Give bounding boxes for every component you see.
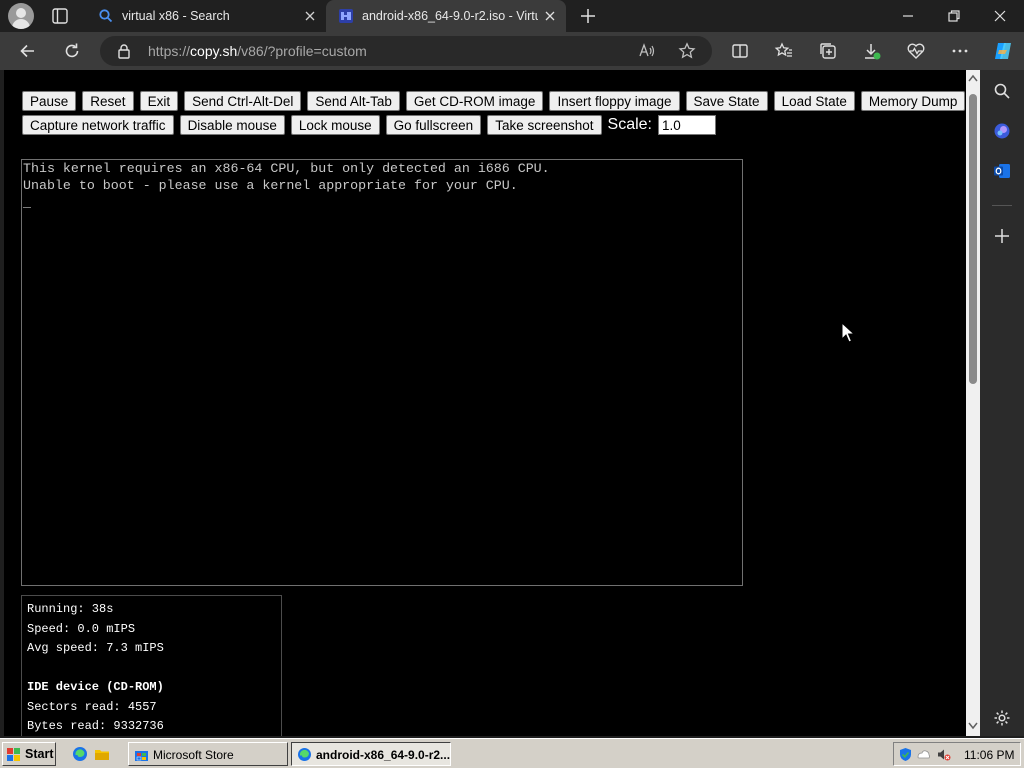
network-icon[interactable]	[916, 747, 931, 762]
browser-essentials-icon[interactable]	[906, 41, 926, 61]
emulator-controls: Pause Reset Exit Send Ctrl-Alt-Del Send …	[22, 90, 966, 138]
collections-icon[interactable]	[818, 41, 838, 61]
minimize-icon[interactable]	[898, 6, 918, 26]
lock-icon[interactable]	[116, 43, 132, 59]
exit-button[interactable]: Exit	[139, 91, 179, 111]
more-options-icon[interactable]	[950, 41, 970, 61]
mouse-cursor-icon	[841, 322, 855, 343]
browser-toolbar: https://copy.sh/v86/?profile=custom	[0, 32, 1024, 70]
profile-avatar-icon[interactable]	[8, 3, 34, 29]
scrollbar-thumb[interactable]	[969, 94, 977, 384]
stat-spacer	[27, 659, 281, 679]
system-tray: 11:06 PM	[893, 742, 1021, 766]
add-icon[interactable]	[992, 226, 1012, 246]
send-alt-tab-button[interactable]: Send Alt-Tab	[307, 91, 400, 111]
screen-line: This kernel requires an x86-64 CPU, but …	[23, 161, 550, 176]
sidebar-divider	[992, 205, 1012, 206]
capture-network-traffic-button[interactable]: Capture network traffic	[22, 115, 174, 135]
close-tab-icon[interactable]	[542, 8, 558, 24]
tab-title: virtual x86 - Search	[122, 9, 230, 23]
start-label: Start	[25, 747, 54, 761]
read-aloud-icon[interactable]	[638, 42, 656, 60]
go-fullscreen-button[interactable]: Go fullscreen	[385, 115, 482, 135]
save-state-button[interactable]: Save State	[685, 91, 768, 111]
address-bar[interactable]: https://copy.sh/v86/?profile=custom	[100, 36, 712, 66]
taskbar: Start Microsoft Store android-x86_64-9.0…	[0, 738, 1024, 768]
screen-line: Unable to boot - please use a kernel app…	[23, 178, 518, 193]
windows-flag-icon	[7, 748, 20, 761]
lock-mouse-button[interactable]: Lock mouse	[290, 115, 380, 135]
emulator-stats: Running: 38s Speed: 0.0 mIPS Avg speed: …	[21, 595, 282, 736]
browser-tab-bar: virtual x86 - Search android-x86_64-9.0-…	[0, 0, 1024, 32]
favorites-icon[interactable]	[774, 41, 794, 61]
scroll-up-icon[interactable]	[968, 74, 978, 82]
scale-label: Scale:	[607, 116, 652, 133]
taskbar-item-label: Microsoft Store	[153, 748, 234, 762]
tab-actions-icon[interactable]	[50, 6, 70, 26]
scroll-down-icon[interactable]	[968, 722, 978, 730]
stat-speed: Speed: 0.0 mIPS	[27, 621, 136, 636]
controls-row-2: Capture network traffic Disable mouse Lo…	[22, 114, 952, 136]
stat-ide-header: IDE device (CD-ROM)	[27, 680, 164, 694]
v86-favicon-icon	[339, 9, 353, 23]
send-ctrl-alt-del-button[interactable]: Send Ctrl-Alt-Del	[184, 91, 302, 111]
downloads-icon[interactable]	[862, 41, 882, 61]
stat-running: Running: 38s	[27, 602, 114, 616]
v86-page: Pause Reset Exit Send Ctrl-Alt-Del Send …	[4, 70, 966, 736]
new-tab-icon[interactable]	[578, 6, 598, 26]
url-text[interactable]: https://copy.sh/v86/?profile=custom	[148, 43, 367, 59]
tab-v86[interactable]: android-x86_64-9.0-r2.iso - Virtual x86	[326, 0, 566, 32]
page-scrollbar[interactable]	[966, 70, 980, 736]
back-icon[interactable]	[18, 41, 38, 61]
start-button[interactable]: Start	[2, 742, 56, 766]
tab-search[interactable]: virtual x86 - Search	[86, 0, 326, 32]
insert-floppy-image-button[interactable]: Insert floppy image	[549, 91, 680, 111]
restore-icon[interactable]	[944, 6, 964, 26]
refresh-icon[interactable]	[62, 41, 82, 61]
emulator-screen[interactable]: This kernel requires an x86-64 CPU, but …	[21, 159, 743, 586]
controls-row-1: Pause Reset Exit Send Ctrl-Alt-Del Send …	[22, 90, 966, 112]
copilot-icon[interactable]	[992, 40, 1014, 62]
screen-cursor: _	[23, 195, 31, 210]
settings-gear-icon[interactable]	[992, 708, 1012, 728]
stat-bytes-read: Bytes read: 9332736	[27, 719, 164, 733]
edge-sidebar	[980, 70, 1024, 736]
memory-dump-button[interactable]: Memory Dump	[860, 91, 966, 111]
search-icon[interactable]	[992, 81, 1012, 101]
reset-button[interactable]: Reset	[82, 91, 134, 111]
clock[interactable]: 11:06 PM	[964, 748, 1014, 762]
taskbar-item-edge[interactable]: android-x86_64-9.0-r2...	[291, 742, 451, 766]
tab-title: android-x86_64-9.0-r2.iso - Virtual x86	[362, 9, 538, 23]
pause-button[interactable]: Pause	[22, 91, 77, 111]
taskbar-item-label: android-x86_64-9.0-r2...	[316, 748, 451, 762]
close-tab-icon[interactable]	[302, 8, 318, 24]
take-screenshot-button[interactable]: Take screenshot	[487, 115, 602, 135]
outlook-icon[interactable]	[992, 161, 1012, 181]
close-window-icon[interactable]	[990, 6, 1010, 26]
search-icon	[99, 9, 113, 23]
store-icon	[135, 751, 148, 761]
taskbar-item-microsoft-store[interactable]: Microsoft Store	[128, 742, 288, 766]
disable-mouse-button[interactable]: Disable mouse	[179, 115, 285, 135]
favorite-star-icon[interactable]	[678, 42, 696, 60]
volume-muted-icon[interactable]	[936, 747, 951, 762]
stat-sectors-read: Sectors read: 4557	[27, 699, 157, 714]
load-state-button[interactable]: Load State	[773, 91, 855, 111]
file-explorer-icon[interactable]	[94, 746, 110, 762]
split-screen-icon[interactable]	[730, 41, 750, 61]
get-cdrom-image-button[interactable]: Get CD-ROM image	[405, 91, 544, 111]
copilot-sidebar-icon[interactable]	[992, 121, 1012, 141]
edge-quicklaunch-icon[interactable]	[72, 746, 88, 762]
scale-input[interactable]	[657, 115, 716, 135]
security-shield-icon[interactable]	[898, 747, 913, 762]
stat-avg-speed: Avg speed: 7.3 mIPS	[27, 641, 164, 655]
edge-icon	[298, 748, 311, 761]
